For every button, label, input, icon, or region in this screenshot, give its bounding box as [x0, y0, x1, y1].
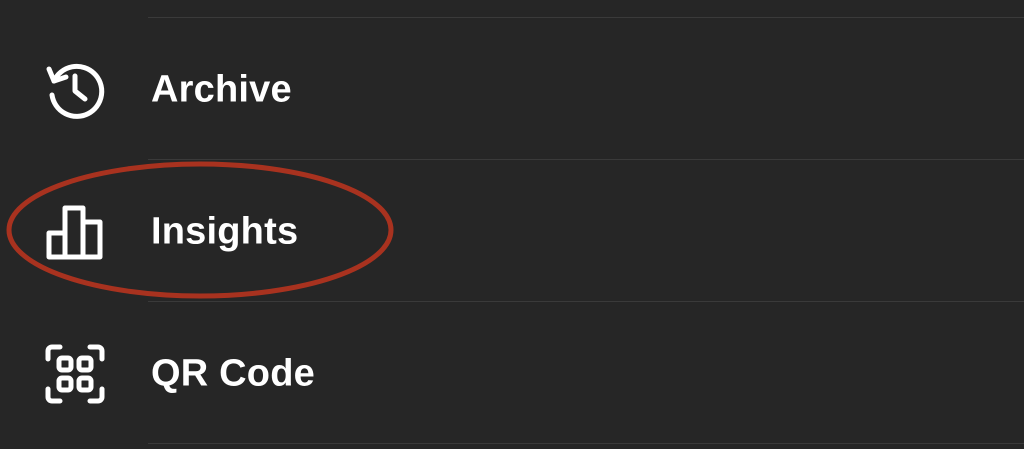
- divider: [148, 159, 1024, 160]
- menu-item-insights[interactable]: Insights: [0, 167, 1024, 297]
- divider: [148, 301, 1024, 302]
- archive-history-icon: [40, 55, 110, 125]
- insights-bar-chart-icon: [40, 197, 110, 267]
- menu-item-archive[interactable]: Archive: [0, 25, 1024, 155]
- settings-menu: Archive Insights QR Code: [0, 0, 1024, 449]
- divider: [148, 443, 1024, 444]
- menu-item-label: Archive: [151, 68, 292, 111]
- menu-item-label: Insights: [151, 210, 299, 253]
- menu-item-qr-code[interactable]: QR Code: [0, 309, 1024, 439]
- qr-code-scan-icon: [40, 339, 110, 409]
- menu-item-label: QR Code: [151, 352, 315, 395]
- divider: [148, 17, 1024, 18]
